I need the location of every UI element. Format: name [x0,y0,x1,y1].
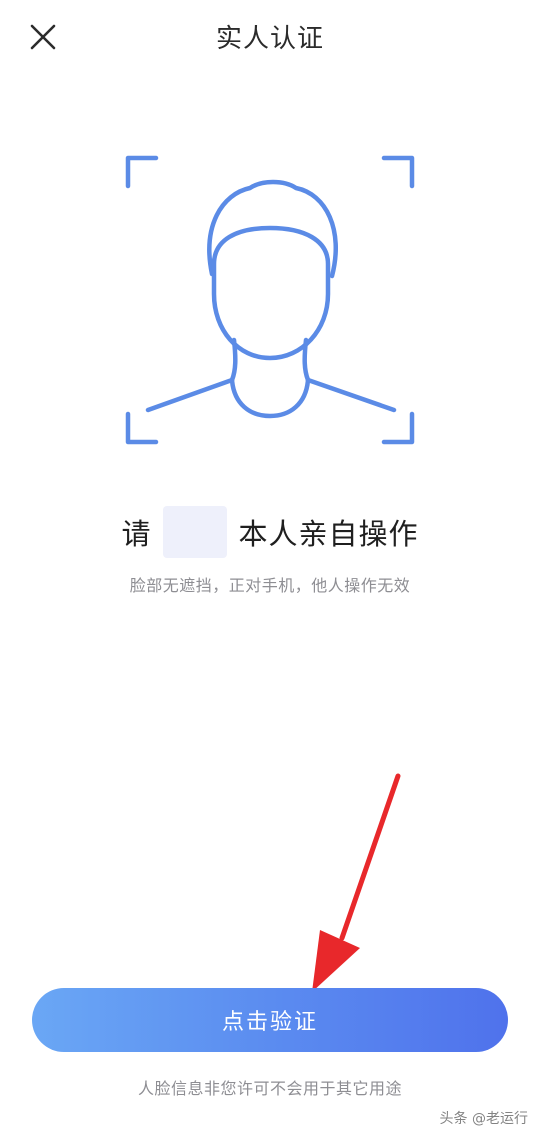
prompt-suffix: 本人亲自操作 [238,517,419,551]
page-title: 实人认证 [215,24,324,54]
face-scan-icon [125,155,415,445]
masked-name [162,506,227,558]
prompt-prefix: 请 [121,517,151,551]
annotation-arrow-icon [312,773,401,992]
privacy-note: 人脸信息非您许可不会用于其它用途 [137,1079,402,1098]
verification-prompt: 请 本人亲自操作 [0,506,540,558]
watermark: 头条 @老运行 [439,1111,528,1127]
instruction-text: 脸部无遮挡，正对手机，他人操作无效 [129,576,411,595]
header: 实人认证 [0,0,540,76]
verify-button[interactable]: 点击验证 [32,988,508,1052]
face-verification-page: 实人认证 请 本人亲自操作 脸部无遮挡，正对手机，他人操作无效 点击验证 人脸信… [0,0,540,1140]
